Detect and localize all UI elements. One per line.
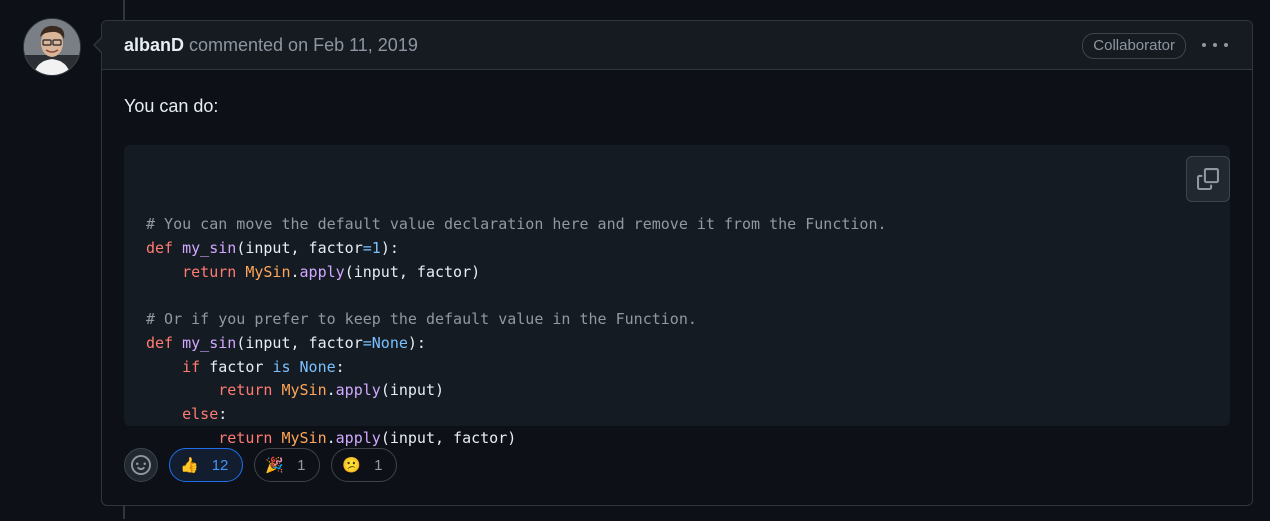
code-token: return (218, 428, 273, 447)
code-line: return MySin.apply(input, factor) (146, 427, 1208, 451)
comment-action: commented on (189, 34, 309, 55)
code-token: : (335, 357, 345, 376)
code-token: def (146, 333, 174, 352)
code-token: . (290, 262, 300, 281)
avatar[interactable] (23, 18, 81, 76)
code-token: ): (407, 333, 426, 352)
comment-text: You can do: (124, 96, 219, 116)
comment-body: You can do: # You can move the default v… (102, 95, 1252, 482)
code-token: return (218, 381, 273, 400)
comment-box: albanD commented on Feb 11, 2019 Collabo… (93, 20, 1253, 506)
code-token: . (326, 381, 336, 400)
code-token: 1 (371, 239, 381, 258)
more-dot (1202, 43, 1206, 47)
code-lines: # You can move the default value declara… (146, 213, 1208, 450)
code-token: MySin (245, 262, 291, 281)
avatar-image (24, 19, 80, 75)
code-token: (input, factor (236, 239, 363, 258)
code-token: def (146, 239, 174, 258)
code-token: return (182, 262, 237, 281)
code-line: def my_sin(input, factor=None): (146, 332, 1208, 356)
code-line: return MySin.apply(input) (146, 379, 1208, 403)
code-token: is (272, 357, 291, 376)
code-line: # You can move the default value declara… (146, 213, 1208, 237)
code-block: # You can move the default value declara… (124, 145, 1230, 447)
code-token: apply (335, 381, 381, 400)
code-line: # Or if you prefer to keep the default v… (146, 308, 1208, 332)
comment-date[interactable]: Feb 11, 2019 (313, 35, 418, 56)
code-token: . (326, 428, 336, 447)
author-link[interactable]: albanD (124, 35, 184, 56)
code-token: my_sin (182, 333, 237, 352)
code-token: # Or if you prefer to keep the default v… (146, 310, 697, 329)
collaborator-badge: Collaborator (1082, 33, 1186, 59)
code-token: None (299, 357, 336, 376)
code-token: MySin (281, 381, 327, 400)
code-line: if factor is None: (146, 356, 1208, 380)
copy-button[interactable] (1186, 156, 1230, 202)
code-token: MySin (281, 428, 327, 447)
code-token: # You can move the default value declara… (146, 215, 887, 234)
comment-header: albanD commented on Feb 11, 2019 Collabo… (102, 21, 1252, 70)
code-line: def my_sin(input, factor=1): (146, 237, 1208, 261)
code-token: (input) (380, 381, 445, 400)
code-token: (input, factor) (380, 428, 517, 447)
code-token: None (371, 333, 408, 352)
code-token: = (362, 333, 372, 352)
code-token: = (362, 239, 372, 258)
code-token: if (182, 357, 201, 376)
code-token: else (182, 404, 219, 423)
code-token: (input, factor) (344, 262, 481, 281)
more-dot (1224, 43, 1228, 47)
code-token: apply (335, 428, 381, 447)
code-token: apply (299, 262, 345, 281)
code-token: my_sin (182, 239, 237, 258)
code-line: else: (146, 403, 1208, 427)
code-token: : (218, 404, 228, 423)
copy-icon (1197, 168, 1219, 190)
code-token: factor (200, 357, 273, 376)
kebab-horizontal-icon[interactable] (1202, 33, 1228, 57)
code-token: ): (380, 239, 399, 258)
more-dot (1213, 43, 1217, 47)
code-line: return MySin.apply(input, factor) (146, 261, 1208, 285)
code-token: (input, factor (236, 333, 363, 352)
